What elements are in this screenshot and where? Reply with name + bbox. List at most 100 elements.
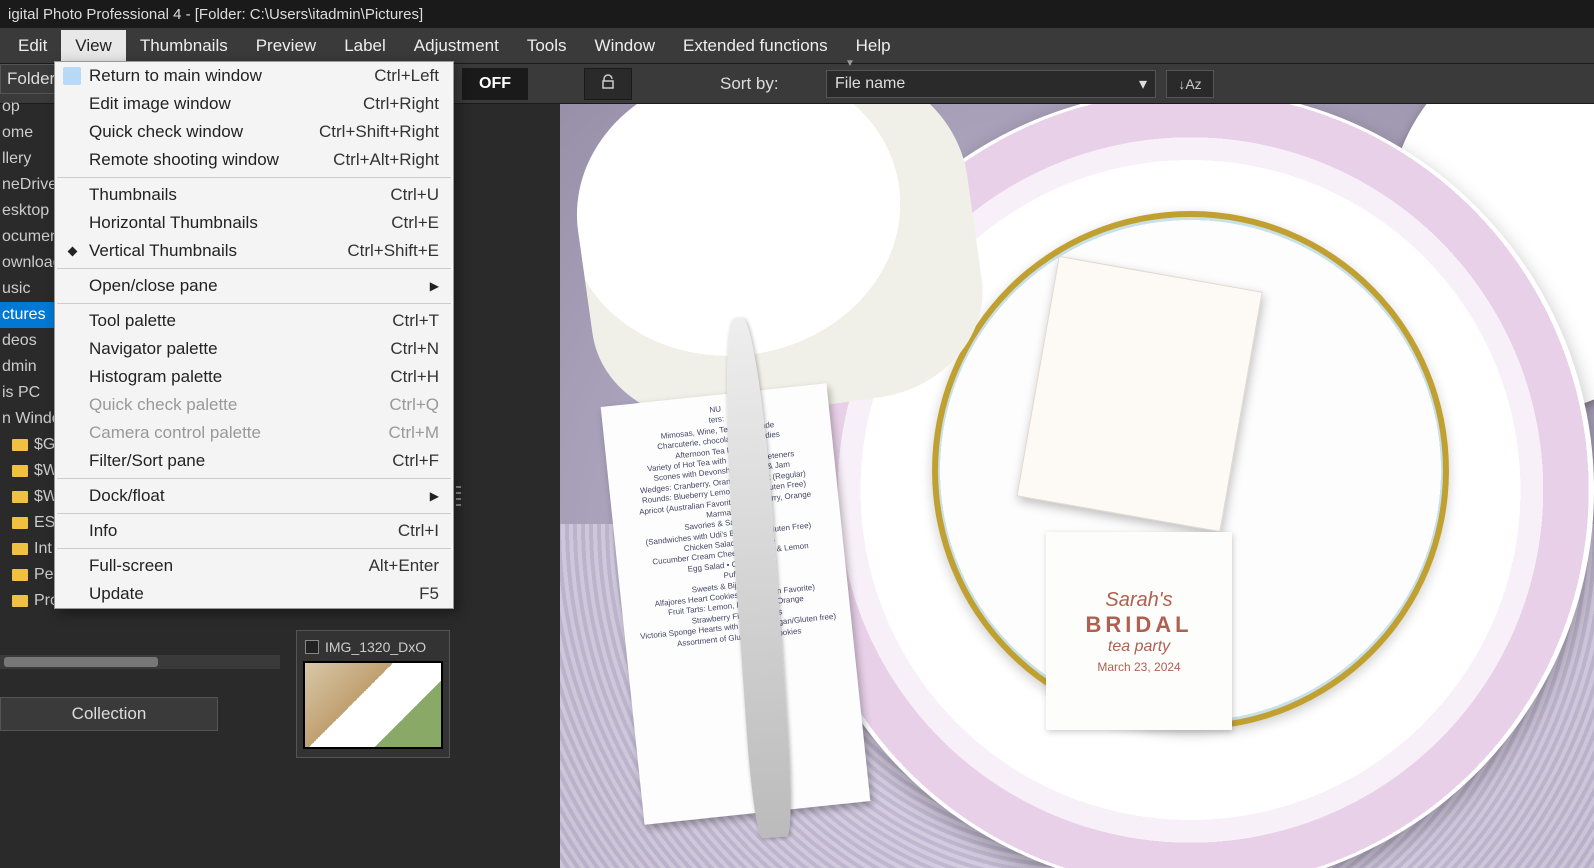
photo-favor-box — [1016, 256, 1262, 533]
menu-extended-functions[interactable]: Extended functions — [669, 30, 842, 62]
menu-separator — [57, 478, 451, 479]
menu-label[interactable]: Label — [330, 30, 400, 62]
menu-item-shortcut: Alt+Enter — [369, 556, 439, 576]
thumbnail-image[interactable] — [303, 661, 443, 749]
thumbnail-checkbox[interactable] — [305, 640, 319, 654]
menu-help[interactable]: Help — [842, 30, 905, 62]
folder-icon — [12, 543, 28, 555]
menu-item-update[interactable]: UpdateF5 — [55, 580, 453, 608]
menu-item-label: Horizontal Thumbnails — [89, 213, 258, 233]
tree-scrollbar[interactable] — [0, 655, 280, 669]
menu-item-shortcut: Ctrl+F — [392, 451, 439, 471]
menu-item-dock-float[interactable]: Dock/float▶ — [55, 482, 453, 510]
menu-item-label: Quick check palette — [89, 395, 237, 415]
tree-item-label: dmin — [2, 358, 37, 376]
sort-by-select[interactable]: File name ▾ — [826, 70, 1156, 98]
tree-item-label: n Windo — [2, 410, 61, 428]
menu-item-shortcut: Ctrl+T — [392, 311, 439, 331]
menu-item-camera-control-palette: Camera control palette Ctrl+M — [55, 419, 453, 447]
window-title: igital Photo Professional 4 - [Folder: C… — [8, 6, 423, 23]
sort-az-icon: ↓Aᴢ — [1178, 76, 1201, 92]
menu-adjustment[interactable]: Adjustment — [400, 30, 513, 62]
menu-separator — [57, 513, 451, 514]
menu-item-return-to-main-window[interactable]: Return to main window Ctrl+Left — [55, 62, 453, 90]
lock-button[interactable] — [584, 68, 632, 100]
menu-item-label: Info — [89, 521, 117, 541]
menu-item-info[interactable]: Info Ctrl+I — [55, 517, 453, 545]
menu-item-label: Quick check window — [89, 122, 243, 142]
menu-edit[interactable]: Edit — [4, 30, 61, 62]
menu-item-thumbnails[interactable]: ThumbnailsCtrl+U — [55, 181, 453, 209]
napkin-line4: March 23, 2024 — [1097, 660, 1180, 674]
menu-item-tool-palette[interactable]: Tool palette Ctrl+T — [55, 307, 453, 335]
thumbnail-header: IMG_1320_DxO — [301, 635, 445, 657]
tree-item-label: $G — [34, 436, 55, 454]
menu-item-shortcut: Ctrl+I — [398, 521, 439, 541]
preview-image[interactable]: NU ters: Mimosas, Wine, Tea, Lemonade Ch… — [560, 104, 1594, 868]
tree-item-label: op — [2, 98, 20, 116]
menu-tools[interactable]: Tools — [513, 30, 581, 62]
menu-item-label: Open/close pane — [89, 276, 218, 296]
tree-item-label: deos — [2, 332, 37, 350]
menu-item-filter-sort-pane[interactable]: Filter/Sort pane Ctrl+F — [55, 447, 453, 475]
menu-thumbnails[interactable]: Thumbnails — [126, 30, 242, 62]
tree-item-label: ctures — [2, 306, 46, 324]
tree-item-label: llery — [2, 150, 31, 168]
menu-item-shortcut: Ctrl+M — [388, 423, 439, 443]
submenu-arrow-icon: ▶ — [430, 279, 439, 293]
menu-item-shortcut: Ctrl+E — [391, 213, 439, 233]
menu-item-edit-image-window[interactable]: Edit image windowCtrl+Right — [55, 90, 453, 118]
menu-item-shortcut: Ctrl+Left — [374, 66, 439, 86]
menu-item-shortcut: Ctrl+Alt+Right — [333, 150, 439, 170]
menu-preview[interactable]: Preview — [242, 30, 330, 62]
tree-item-label: is PC — [2, 384, 40, 402]
menu-item-shortcut: Ctrl+Shift+Right — [319, 122, 439, 142]
menu-window[interactable]: Window — [581, 30, 669, 62]
collection-label: Collection — [72, 704, 147, 724]
napkin-line1: Sarah's — [1105, 589, 1172, 612]
menu-item-full-screen[interactable]: Full-screen Alt+Enter — [55, 552, 453, 580]
toggle-off-button[interactable]: OFF — [462, 68, 528, 100]
thumbnail-filename: IMG_1320_DxO — [325, 639, 426, 655]
menu-item-label: Thumbnails — [89, 185, 177, 205]
thumbnail-card[interactable]: IMG_1320_DxO — [296, 630, 450, 758]
dropdown-marker-icon: ▼ — [845, 58, 855, 69]
scrollbar-thumb[interactable] — [4, 657, 158, 667]
menu-item-label: Update — [89, 584, 144, 604]
tree-item-label: ome — [2, 124, 33, 142]
menu-item-histogram-palette[interactable]: Histogram palette Ctrl+H — [55, 363, 453, 391]
menu-item-shortcut: Ctrl+H — [390, 367, 439, 387]
menu-item-label: Dock/float — [89, 486, 165, 506]
menu-item-navigator-palette[interactable]: Navigator paletteCtrl+N — [55, 335, 453, 363]
menu-item-label: Filter/Sort pane — [89, 451, 205, 471]
radio-icon — [63, 242, 81, 260]
menu-item-label: Histogram palette — [89, 367, 222, 387]
menu-item-open-close-pane[interactable]: Open/close pane ▶ — [55, 272, 453, 300]
tree-item-label: esktop — [2, 202, 49, 220]
menu-item-quick-check-palette: Quick check palette Ctrl+Q — [55, 391, 453, 419]
menu-item-remote-shooting-window[interactable]: Remote shooting windowCtrl+Alt+Right — [55, 146, 453, 174]
menu-item-shortcut: Ctrl+Q — [389, 395, 439, 415]
off-label: OFF — [479, 75, 511, 93]
menu-item-label: Full-screen — [89, 556, 173, 576]
tree-item-label: ocumen — [2, 228, 59, 246]
folder-icon — [12, 595, 28, 607]
menu-item-vertical-thumbnails[interactable]: Vertical Thumbnails Ctrl+Shift+E — [55, 237, 453, 265]
folder-tab[interactable]: Folder — [0, 64, 55, 94]
tree-item-label: usic — [2, 280, 30, 298]
collection-tab[interactable]: Collection — [0, 697, 218, 731]
folder-icon — [12, 491, 28, 503]
menu-item-label: Camera control palette — [89, 423, 261, 443]
folder-tab-label: Folder — [7, 69, 55, 88]
menu-item-label: Tool palette — [89, 311, 176, 331]
sort-direction-button[interactable]: ↓Aᴢ — [1166, 70, 1214, 98]
menu-separator — [57, 303, 451, 304]
menu-item-quick-check-window[interactable]: Quick check window Ctrl+Shift+Right — [55, 118, 453, 146]
view-menu-dropdown: Return to main window Ctrl+Left Edit image… — [54, 61, 454, 609]
menu-item-horizontal-thumbnails[interactable]: Horizontal Thumbnails Ctrl+E — [55, 209, 453, 237]
preview-pane: NU ters: Mimosas, Wine, Tea, Lemonade Ch… — [560, 104, 1594, 868]
menu-item-label: Vertical Thumbnails — [89, 241, 237, 261]
menu-view[interactable]: View — [61, 30, 126, 62]
menu-item-shortcut: Ctrl+Shift+E — [347, 241, 439, 261]
menu-item-label: Return to main window — [89, 66, 262, 86]
